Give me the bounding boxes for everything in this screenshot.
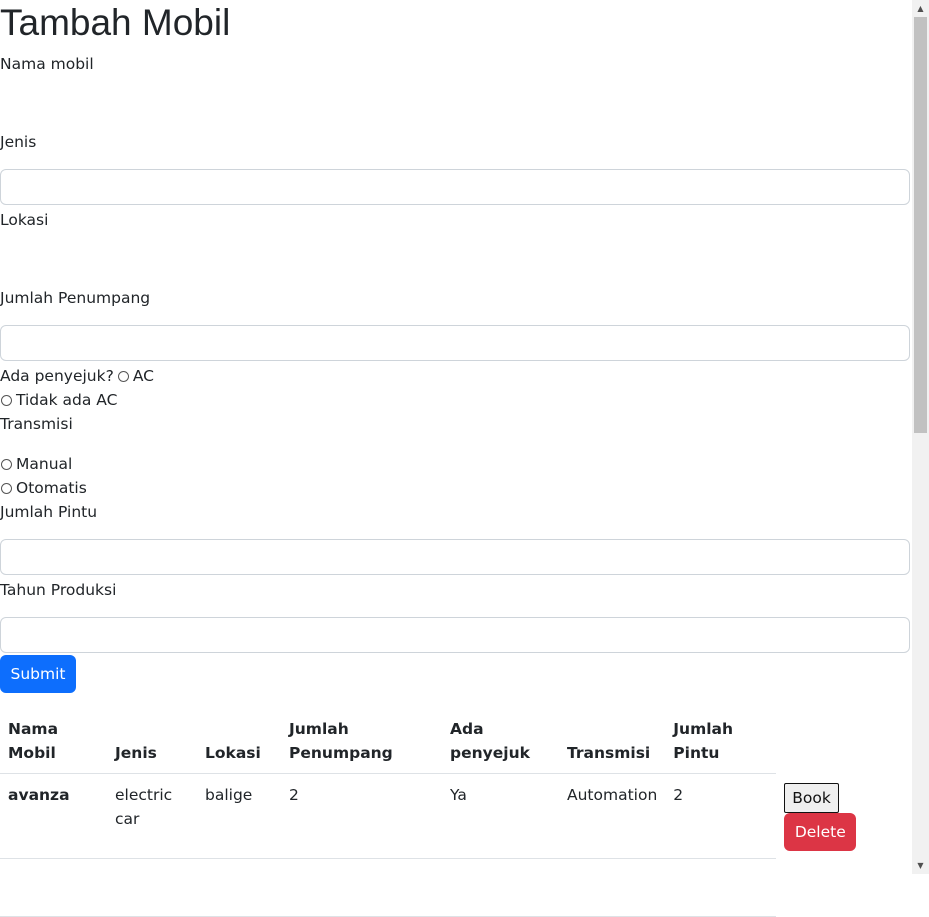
cell-transmisi: Automation bbox=[559, 773, 666, 859]
submit-button[interactable]: Submit bbox=[0, 655, 76, 693]
header-actions bbox=[776, 711, 892, 774]
tahun-produksi-input[interactable] bbox=[0, 617, 910, 653]
otomatis-radio[interactable] bbox=[1, 482, 12, 494]
delete-button[interactable]: Delete bbox=[784, 812, 857, 851]
triangle-up-icon[interactable]: ▲ bbox=[912, 0, 929, 17]
ac-question-label: Ada penyejuk? bbox=[0, 367, 114, 385]
cell-nama: avanza bbox=[0, 773, 107, 859]
cell-actions: Book Delete bbox=[776, 774, 892, 859]
jumlah-penumpang-label: Jumlah Penumpang bbox=[0, 289, 151, 307]
header-jumlah-penumpang: Jumlah Penumpang bbox=[281, 711, 442, 774]
nama-mobil-label: Nama mobil bbox=[0, 55, 94, 73]
page-title: Tambah Mobil bbox=[0, 2, 231, 43]
no-ac-radio[interactable] bbox=[1, 394, 12, 406]
ac-radio[interactable] bbox=[117, 370, 129, 382]
table-row bbox=[0, 858, 892, 917]
jumlah-pintu-label: Jumlah Pintu bbox=[0, 503, 98, 521]
header-jumlah-pintu: Jumlah Pintu bbox=[665, 711, 777, 774]
manual-radio[interactable] bbox=[1, 458, 12, 470]
table-row: avanza electric car balige 2 Ya Automati… bbox=[0, 773, 892, 859]
header-nama-mobil: Nama Mobil bbox=[0, 711, 107, 774]
jumlah-pintu-input[interactable] bbox=[0, 539, 910, 575]
header-ada-penyejuk: Ada penyejuk bbox=[442, 711, 559, 774]
otomatis-row: Otomatis bbox=[0, 476, 87, 500]
jenis-input[interactable] bbox=[0, 169, 910, 205]
cell-lokasi: balige bbox=[197, 773, 281, 859]
manual-option-label: Manual bbox=[16, 455, 73, 473]
lokasi-label: Lokasi bbox=[0, 211, 49, 229]
scrollbar-thumb[interactable] bbox=[914, 17, 927, 433]
ac-option-label: AC bbox=[132, 367, 154, 385]
cell-penumpang: 2 bbox=[281, 773, 442, 859]
cell-ac: Ya bbox=[442, 773, 559, 859]
otomatis-option-label: Otomatis bbox=[16, 479, 87, 497]
book-button[interactable]: Book bbox=[784, 782, 839, 813]
triangle-down-icon[interactable]: ▼ bbox=[912, 857, 929, 874]
jenis-label: Jenis bbox=[0, 133, 37, 151]
table-header-row: Nama Mobil Jenis Lokasi Jumlah Penumpang… bbox=[0, 711, 892, 774]
no-ac-option-label: Tidak ada AC bbox=[16, 391, 118, 409]
ac-question-row: Ada penyejuk? AC bbox=[0, 364, 154, 388]
header-transmisi: Transmisi bbox=[559, 711, 666, 774]
vertical-scrollbar[interactable]: ▲ ▼ bbox=[912, 0, 929, 874]
transmisi-label: Transmisi bbox=[0, 415, 73, 433]
cell-pintu: 2 bbox=[665, 773, 777, 859]
cars-table: Nama Mobil Jenis Lokasi Jumlah Penumpang… bbox=[0, 711, 892, 917]
manual-row: Manual bbox=[0, 452, 72, 476]
no-ac-row: Tidak ada AC bbox=[0, 388, 117, 412]
jumlah-penumpang-input[interactable] bbox=[0, 325, 910, 361]
header-lokasi: Lokasi bbox=[197, 711, 281, 774]
header-jenis: Jenis bbox=[107, 711, 197, 774]
tahun-produksi-label: Tahun Produksi bbox=[0, 581, 117, 599]
cell-jenis: electric car bbox=[107, 773, 197, 859]
